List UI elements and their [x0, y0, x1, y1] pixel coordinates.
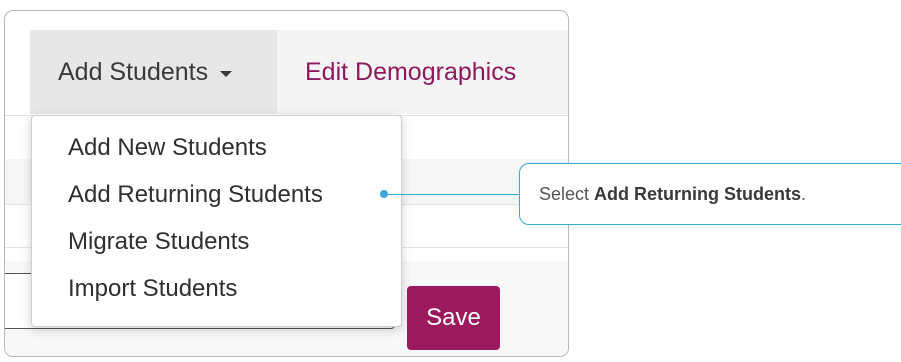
menu-item-add-new-students[interactable]: Add New Students — [32, 131, 401, 178]
callout-suffix: . — [801, 183, 807, 204]
callout-connector — [384, 194, 520, 195]
screenshot-stage: Add Students Edit Demographics Save Add … — [0, 0, 901, 362]
callout-anchor-dot — [380, 190, 388, 198]
menu-item-migrate-students[interactable]: Migrate Students — [32, 225, 401, 272]
instruction-callout: Select Add Returning Students. — [519, 163, 901, 225]
menu-item-add-returning-students[interactable]: Add Returning Students — [32, 178, 401, 225]
add-students-dropdown-button[interactable]: Add Students — [30, 30, 277, 114]
menu-item-import-students[interactable]: Import Students — [32, 272, 401, 319]
caret-down-icon — [220, 70, 233, 77]
callout-emphasis: Add Returning Students — [594, 183, 802, 204]
toolbar: Add Students Edit Demographics — [30, 30, 568, 114]
callout-prefix: Select — [539, 183, 595, 204]
add-students-menu: Add New Students Add Returning Students … — [31, 115, 402, 327]
edit-demographics-tab[interactable]: Edit Demographics — [277, 30, 516, 114]
save-button[interactable]: Save — [407, 286, 500, 350]
add-students-label: Add Students — [58, 57, 209, 86]
